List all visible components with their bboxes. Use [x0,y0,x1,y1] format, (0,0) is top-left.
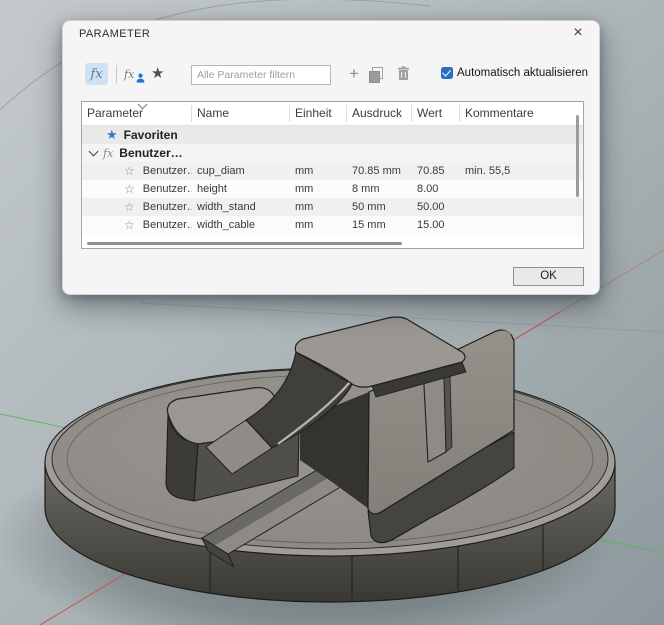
center-post [423,374,453,463]
row-comment[interactable]: min. 55,5 [460,165,583,177]
user-person-icon [136,73,145,83]
column-header-einheit[interactable]: Einheit [290,105,347,122]
column-header-name[interactable]: Name [192,105,290,122]
group-label: Benutzer… [119,146,183,160]
copy-parameter-button[interactable] [369,67,383,83]
parameter-dialog: PARAMETER × fx fx ★ + [62,20,600,295]
parameter-filter-input[interactable] [191,65,331,85]
chevron-down-icon[interactable] [88,146,99,157]
dialog-title: PARAMETER [79,28,151,40]
column-header-kommentare[interactable]: Kommentare [460,105,583,122]
horizontal-scrollbar[interactable] [87,242,402,245]
table-header-row: Parameter Name Einheit Ausdruck Wert Kom… [82,102,583,126]
row-scope: Benutzer… [142,183,192,195]
row-expression[interactable]: 50 mm [347,201,412,213]
column-header-ausdruck[interactable]: Ausdruck [347,105,412,122]
row-scope: Benutzer… [142,219,192,231]
row-name: height [197,183,227,195]
row-scope: Benutzer… [142,165,192,177]
favorite-star-icon: ★ [106,127,118,142]
table-row[interactable]: ☆ Benutzer… width_stand mm 50 mm 50.00 [82,198,583,216]
favorite-toggle-icon[interactable]: ☆ [124,182,135,196]
row-unit: mm [295,219,314,231]
row-unit: mm [295,165,314,177]
trash-icon [397,66,410,80]
table-row[interactable]: ☆ Benutzer… cup_diam mm 70.85 mm 70.85 m… [82,162,583,180]
fx-icon: fx [90,67,103,82]
row-name: width_stand [197,201,256,213]
fx-parameter-mode-button[interactable]: fx [85,63,108,85]
group-label: Favoriten [123,128,178,142]
toolbar-divider [116,65,117,83]
column-header-parameter[interactable]: Parameter [82,105,192,122]
row-value: 70.85 [417,165,445,177]
table-row[interactable]: ☆ Benutzer… height mm 8 mm 8.00 [82,180,583,198]
favorite-toggle-icon[interactable]: ☆ [124,218,135,232]
add-parameter-button[interactable]: + [349,63,359,85]
column-header-wert[interactable]: Wert [412,105,460,122]
group-row-favoriten[interactable]: ★ Favoriten [82,126,583,144]
favorite-toggle-icon[interactable]: ☆ [124,200,135,214]
group-row-benutzer[interactable]: fx Benutzer… [82,144,583,162]
row-value: 50.00 [417,201,445,213]
row-unit: mm [295,183,314,195]
row-name: width_cable [197,219,256,231]
parameter-table: Parameter Name Einheit Ausdruck Wert Kom… [81,101,584,249]
app-window: PARAMETER × fx fx ★ + [0,0,664,625]
favorite-toggle-icon[interactable]: ☆ [124,164,135,178]
row-unit: mm [295,201,314,213]
row-expression[interactable]: 8 mm [347,183,412,195]
vertical-scrollbar[interactable] [576,115,579,197]
auto-update-checkbox[interactable] [441,67,453,79]
row-value: 8.00 [417,183,439,195]
row-expression[interactable]: 70.85 mm [347,165,412,177]
row-name: cup_diam [197,165,245,177]
favorites-filter-button[interactable]: ★ [151,63,164,85]
row-expression[interactable]: 15 mm [347,219,412,231]
table-row[interactable]: ☆ Benutzer… width_cable mm 15 mm 15.00 [82,216,583,234]
fx-user-icon: fx [124,68,135,81]
row-scope: Benutzer… [142,201,192,213]
close-icon[interactable]: × [569,24,587,42]
row-value: 15.00 [417,219,445,231]
ok-button[interactable]: OK [513,267,584,286]
auto-update-label: Automatisch aktualisieren [457,67,589,79]
fx-icon: fx [103,146,114,160]
fx-user-parameter-button[interactable]: fx [124,64,148,85]
